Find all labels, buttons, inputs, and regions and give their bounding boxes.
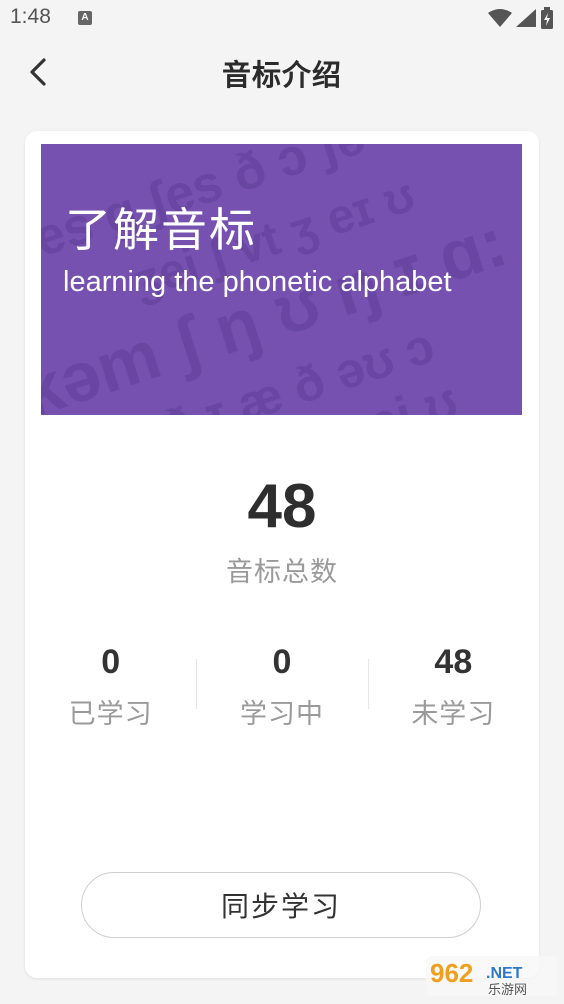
intro-card: ɑ:es ɡ ʃes ð ɔ ʃə ɔ ʊ ʒei ʃ vt ʒ eɪ ʊ kə… [25,131,539,978]
status-bar: 1:48 A [0,0,564,36]
header-bar: 音标介绍 [0,36,564,112]
stat-label: 未学习 [411,699,496,730]
battery-icon [541,7,553,29]
stat-value: 0 [101,643,121,681]
svg-text:乐游网: 乐游网 [488,983,527,998]
status-time: 1:48 [10,5,51,28]
total-count-label: 音标总数 [226,557,338,588]
wifi-icon [488,9,512,27]
stat-learned: 0 已学习 [25,641,196,741]
stat-value: 0 [272,643,292,681]
stat-unlearned: 48 未学习 [367,641,539,741]
banner-title: 了解音标 [65,203,257,257]
status-icons [488,7,554,29]
stat-label: 学习中 [239,699,324,730]
stat-learning: 0 学习中 [196,641,367,741]
page-title: 音标介绍 [221,58,342,92]
svg-text:.NET: .NET [486,965,523,982]
sync-learning-button[interactable]: 同步学习 [81,872,481,938]
site-watermark-logo: 962 .NET 乐游网 [426,956,558,998]
learning-stats: 0 已学习 0 学习中 48 未学习 [25,641,539,741]
stat-label: 已学习 [68,699,153,730]
signal-icon [516,9,536,27]
banner-subtitle: learning the phonetic alphabet [63,266,452,298]
stat-value: 48 [434,643,473,681]
phonetic-banner: ɑ:es ɡ ʃes ð ɔ ʃə ɔ ʊ ʒei ʃ vt ʒ eɪ ʊ kə… [41,144,522,415]
total-count-value: 48 [247,472,317,541]
svg-text:962: 962 [430,958,473,988]
notification-app-icon: A [78,11,92,25]
